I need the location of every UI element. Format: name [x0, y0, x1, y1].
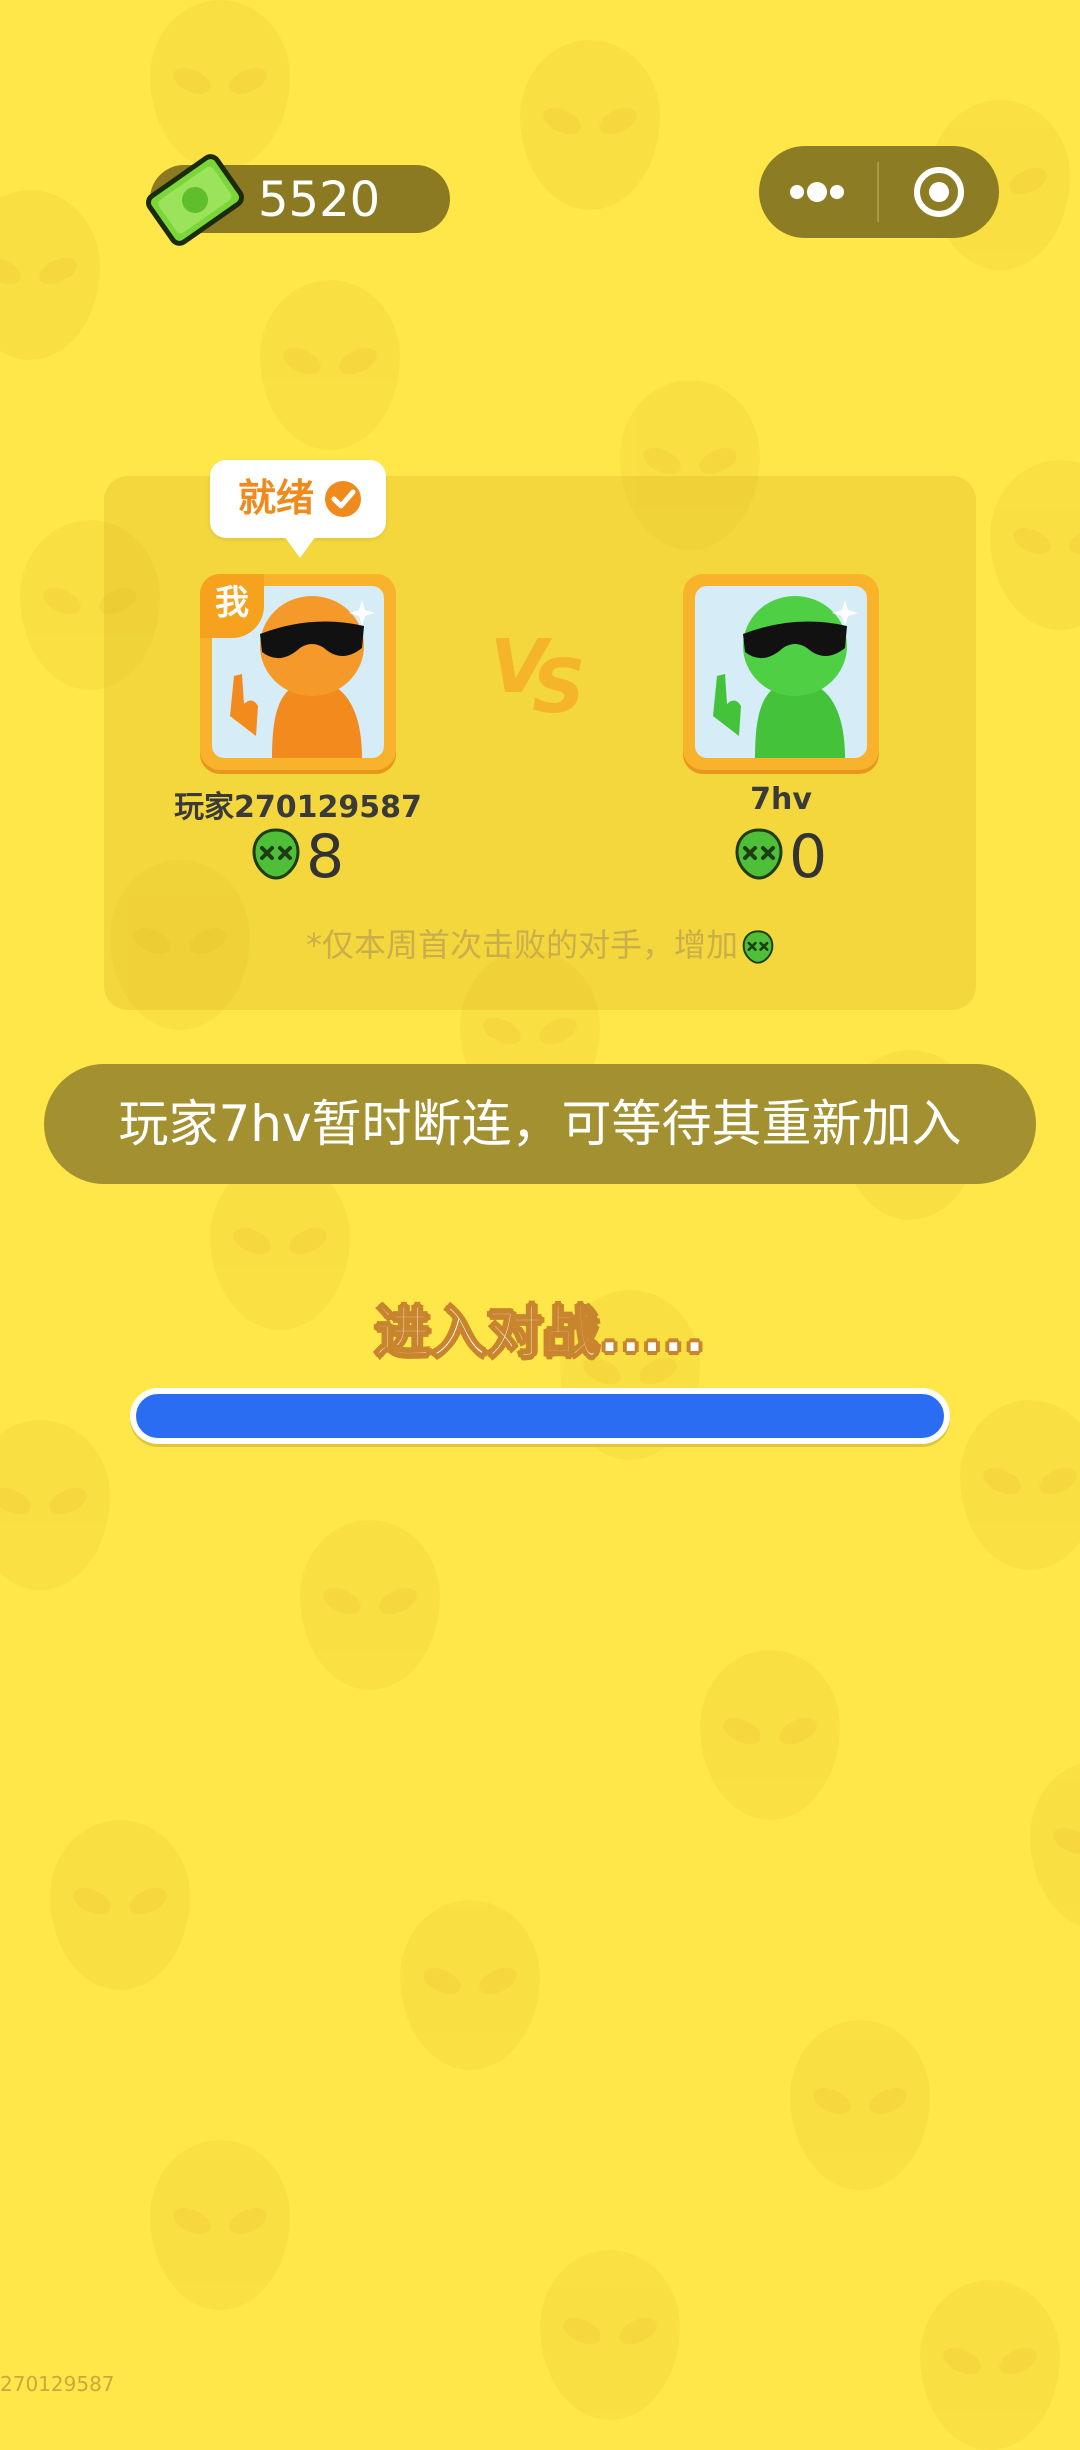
player-right-score: 0: [789, 822, 828, 892]
player-left-score-row: 8: [252, 822, 372, 892]
player-right-score-row: 0: [735, 822, 855, 892]
disconnect-banner: 玩家7hv暂时断连，可等待其重新加入: [44, 1064, 1036, 1184]
bonus-note-text: *仅本周首次击败的对手，增加: [305, 926, 738, 964]
currency-amount: 5520: [258, 172, 381, 228]
svg-text:S: S: [532, 644, 585, 722]
check-icon: [325, 481, 361, 517]
entering-battle-label: 进入对战.....: [374, 1300, 706, 1367]
target-icon[interactable]: [879, 146, 999, 238]
loading-progress-fill: [136, 1394, 944, 1438]
user-id-watermark: 270129587: [0, 2372, 115, 2396]
player-left-avatar[interactable]: 我: [200, 574, 396, 770]
player-left-score: 8: [306, 822, 345, 892]
green-alien-avatar: [713, 596, 858, 758]
disconnect-banner-text: 玩家7hv暂时断连，可等待其重新加入: [118, 1095, 962, 1153]
vs-icon: V S: [490, 624, 585, 722]
more-dots-icon[interactable]: [759, 146, 877, 238]
bonus-note: *仅本周首次击败的对手，增加: [0, 920, 1080, 966]
green-skull-icon: [252, 828, 300, 880]
ready-label: 就绪: [238, 476, 315, 520]
me-badge: 我: [200, 574, 264, 638]
player-left-name: 玩家270129587: [174, 790, 422, 825]
ready-bubble: 就绪: [210, 460, 386, 558]
loading-progress-bar: [130, 1388, 950, 1444]
green-skull-icon: [735, 828, 783, 880]
player-right-avatar[interactable]: [683, 574, 879, 770]
menu-capsule: [759, 146, 999, 238]
green-skull-icon: [742, 930, 774, 964]
cash-icon: [145, 154, 245, 246]
player-right-name: 7hv: [750, 782, 812, 817]
